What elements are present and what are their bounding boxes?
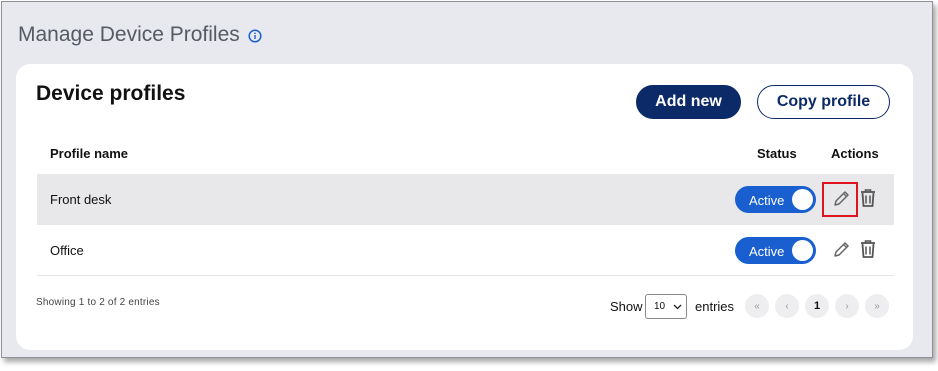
device-profiles-card: Device profiles Add new Copy profile Pro… <box>16 64 913 350</box>
column-header-status: Status <box>757 146 797 161</box>
toggle-knob <box>792 189 813 210</box>
card-title: Device profiles <box>36 82 186 105</box>
add-new-button[interactable]: Add new <box>636 85 741 119</box>
profile-name: Office <box>50 243 84 258</box>
trash-icon[interactable] <box>859 188 877 208</box>
pagination-prev[interactable]: ‹ <box>775 294 799 318</box>
table-row[interactable]: Front desk Active <box>37 174 894 225</box>
column-header-profile-name[interactable]: Profile name <box>50 146 128 161</box>
trash-icon[interactable] <box>859 239 877 259</box>
pagination-next[interactable]: › <box>835 294 859 318</box>
table-row[interactable]: Office Active <box>37 225 894 276</box>
pagination-page-1[interactable]: 1 <box>805 294 829 318</box>
status-toggle[interactable]: Active <box>735 237 816 264</box>
status-label: Active <box>749 193 785 208</box>
page-title: Manage Device Profiles <box>18 23 240 46</box>
page-size-value: 10 <box>654 301 666 312</box>
app-frame: Manage Device Profiles Device profiles A… <box>1 1 933 358</box>
info-icon[interactable] <box>248 29 262 43</box>
pencil-icon[interactable] <box>831 189 851 209</box>
status-label: Active <box>749 244 785 259</box>
entries-label: entries <box>695 299 735 314</box>
toggle-knob <box>792 240 813 261</box>
column-header-actions: Actions <box>831 146 879 161</box>
pencil-icon[interactable] <box>831 240 851 260</box>
page-header: Manage Device Profiles <box>18 22 262 48</box>
profile-name: Front desk <box>50 192 112 207</box>
status-toggle[interactable]: Active <box>735 186 816 213</box>
copy-profile-button[interactable]: Copy profile <box>757 85 890 119</box>
show-label: Show <box>610 299 643 314</box>
entries-summary: Showing 1 to 2 of 2 entries <box>36 297 160 308</box>
page-size-select[interactable]: 10 <box>645 294 687 319</box>
pagination-first[interactable]: « <box>745 294 769 318</box>
chevron-down-icon <box>673 304 682 310</box>
pagination-last[interactable]: » <box>865 294 889 318</box>
